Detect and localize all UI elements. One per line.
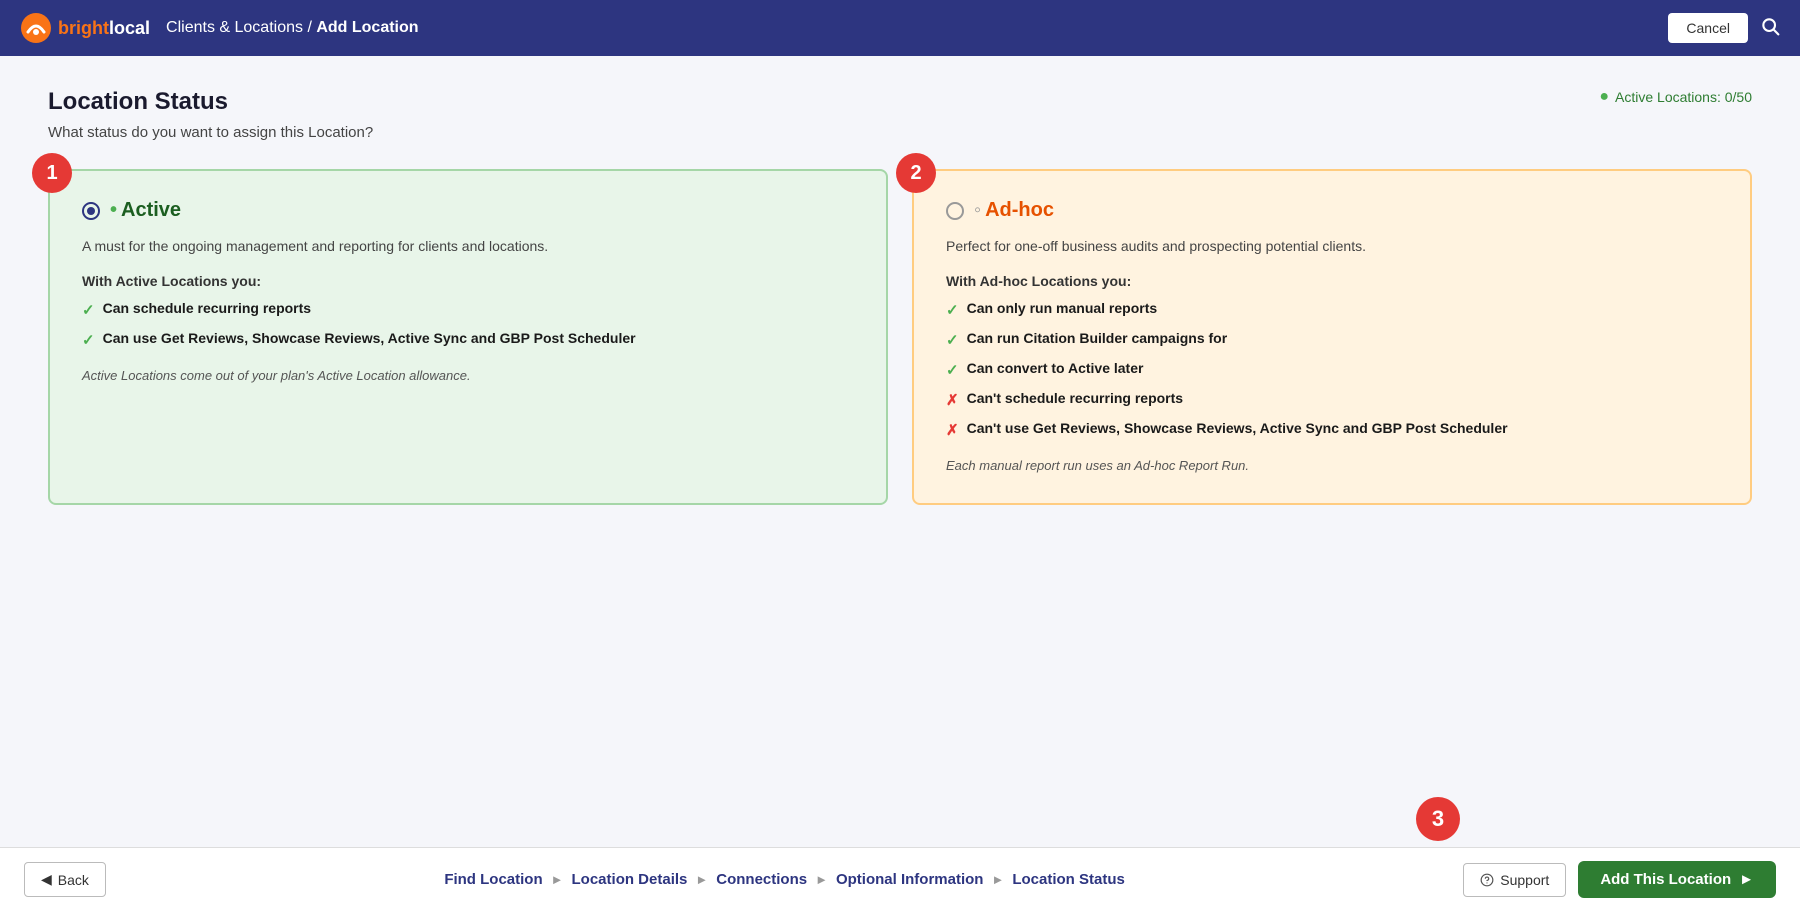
adhoc-card-note: Each manual report run uses an Ad-hoc Re… <box>946 457 1718 475</box>
wizard-step-location-status[interactable]: Location Status <box>1012 871 1125 888</box>
check-icon: ✓ <box>946 330 959 351</box>
add-location-label: Add This Location <box>1600 871 1731 888</box>
active-location-card[interactable]: 1 •Active A must for the ongoing managem… <box>48 169 888 505</box>
feature-text: Can run Citation Builder campaigns for <box>967 329 1228 349</box>
page-title: Location Status <box>48 88 373 116</box>
adhoc-card-title: ◦Ad-hoc <box>974 199 1054 222</box>
wizard-step-find-location[interactable]: Find Location <box>444 871 542 888</box>
chevron-icon-4: ► <box>991 872 1004 887</box>
chevron-icon-2: ► <box>695 872 708 887</box>
support-label: Support <box>1500 872 1549 888</box>
list-item: ✓ Can only run manual reports <box>946 299 1718 321</box>
check-icon: ✓ <box>82 330 95 351</box>
step-badge-1: 1 <box>32 153 72 193</box>
list-item: ✓ Can convert to Active later <box>946 359 1718 381</box>
app-header: brightlocal Clients & Locations / Add Lo… <box>0 0 1800 56</box>
logo-icon <box>20 12 52 44</box>
header-left: brightlocal Clients & Locations / Add Lo… <box>20 12 419 44</box>
check-icon: ✓ <box>946 300 959 321</box>
wizard-step-optional-info[interactable]: Optional Information <box>836 871 984 888</box>
active-feature-list: ✓ Can schedule recurring reports ✓ Can u… <box>82 299 854 351</box>
active-with-label: With Active Locations you: <box>82 273 854 289</box>
search-button[interactable] <box>1760 16 1780 41</box>
breadcrumb: Clients & Locations / Add Location <box>166 19 419 37</box>
adhoc-card-header: ◦Ad-hoc <box>946 199 1718 222</box>
active-dot-icon: ● <box>1599 88 1609 106</box>
wizard-steps: Find Location ► Location Details ► Conne… <box>444 871 1125 888</box>
location-cards: 1 •Active A must for the ongoing managem… <box>48 169 1752 505</box>
wizard-step-connections[interactable]: Connections <box>716 871 807 888</box>
main-content: Location Status What status do you want … <box>0 56 1800 847</box>
back-label: Back <box>58 872 89 888</box>
feature-text: Can use Get Reviews, Showcase Reviews, A… <box>103 329 636 349</box>
list-item: ✓ Can schedule recurring reports <box>82 299 854 321</box>
breadcrumb-prefix: Clients & Locations / <box>166 19 316 36</box>
check-icon: ✓ <box>82 300 95 321</box>
back-arrow-icon: ◀ <box>41 871 52 888</box>
search-icon <box>1760 16 1780 36</box>
adhoc-radio[interactable] <box>946 202 964 220</box>
step-badge-3: 3 <box>1416 797 1460 841</box>
back-button[interactable]: ◀ Back <box>24 862 106 897</box>
adhoc-with-label: With Ad-hoc Locations you: <box>946 273 1718 289</box>
check-icon: ✓ <box>946 360 959 381</box>
step-badge-2: 2 <box>896 153 936 193</box>
feature-text: Can only run manual reports <box>967 299 1158 319</box>
active-locations-text: Active Locations: 0/50 <box>1615 89 1752 105</box>
chevron-icon-1: ► <box>551 872 564 887</box>
support-button[interactable]: Support <box>1463 863 1566 897</box>
title-row: Location Status What status do you want … <box>48 88 1752 161</box>
active-card-header: •Active <box>82 199 854 222</box>
footer: ◀ Back Find Location ► Location Details … <box>0 847 1800 911</box>
cross-icon: ✗ <box>946 420 959 441</box>
logo: brightlocal <box>20 12 150 44</box>
header-right: Cancel <box>1668 13 1780 43</box>
page-subtitle: What status do you want to assign this L… <box>48 124 373 141</box>
active-card-title: •Active <box>110 199 181 222</box>
wizard-step-location-details[interactable]: Location Details <box>572 871 688 888</box>
radio-inner <box>87 207 95 215</box>
active-card-note: Active Locations come out of your plan's… <box>82 367 854 385</box>
adhoc-card-desc: Perfect for one-off business audits and … <box>946 236 1718 257</box>
list-item: ✗ Can't schedule recurring reports <box>946 389 1718 411</box>
feature-text: Can't schedule recurring reports <box>967 389 1184 409</box>
adhoc-dot-prefix: ◦ <box>974 199 981 221</box>
add-this-location-button[interactable]: Add This Location ► <box>1578 861 1776 898</box>
active-locations-badge: ● Active Locations: 0/50 <box>1599 88 1752 106</box>
active-radio[interactable] <box>82 202 100 220</box>
active-card-desc: A must for the ongoing management and re… <box>82 236 854 257</box>
chevron-right-icon: ► <box>1739 871 1754 888</box>
feature-text: Can convert to Active later <box>967 359 1144 379</box>
list-item: ✗ Can't use Get Reviews, Showcase Review… <box>946 419 1718 441</box>
active-dot-prefix: • <box>110 199 117 221</box>
footer-right: Support Add This Location ► <box>1463 861 1776 898</box>
page-title-section: Location Status What status do you want … <box>48 88 373 161</box>
list-item: ✓ Can use Get Reviews, Showcase Reviews,… <box>82 329 854 351</box>
adhoc-feature-list: ✓ Can only run manual reports ✓ Can run … <box>946 299 1718 441</box>
cross-icon: ✗ <box>946 390 959 411</box>
question-icon <box>1480 873 1494 887</box>
feature-text: Can't use Get Reviews, Showcase Reviews,… <box>967 419 1508 439</box>
adhoc-location-card[interactable]: 2 ◦Ad-hoc Perfect for one-off business a… <box>912 169 1752 505</box>
cancel-button[interactable]: Cancel <box>1668 13 1748 43</box>
logo-brand: brightlocal <box>58 18 150 39</box>
breadcrumb-current: Add Location <box>316 19 418 36</box>
chevron-icon-3: ► <box>815 872 828 887</box>
list-item: ✓ Can run Citation Builder campaigns for <box>946 329 1718 351</box>
feature-text: Can schedule recurring reports <box>103 299 312 319</box>
